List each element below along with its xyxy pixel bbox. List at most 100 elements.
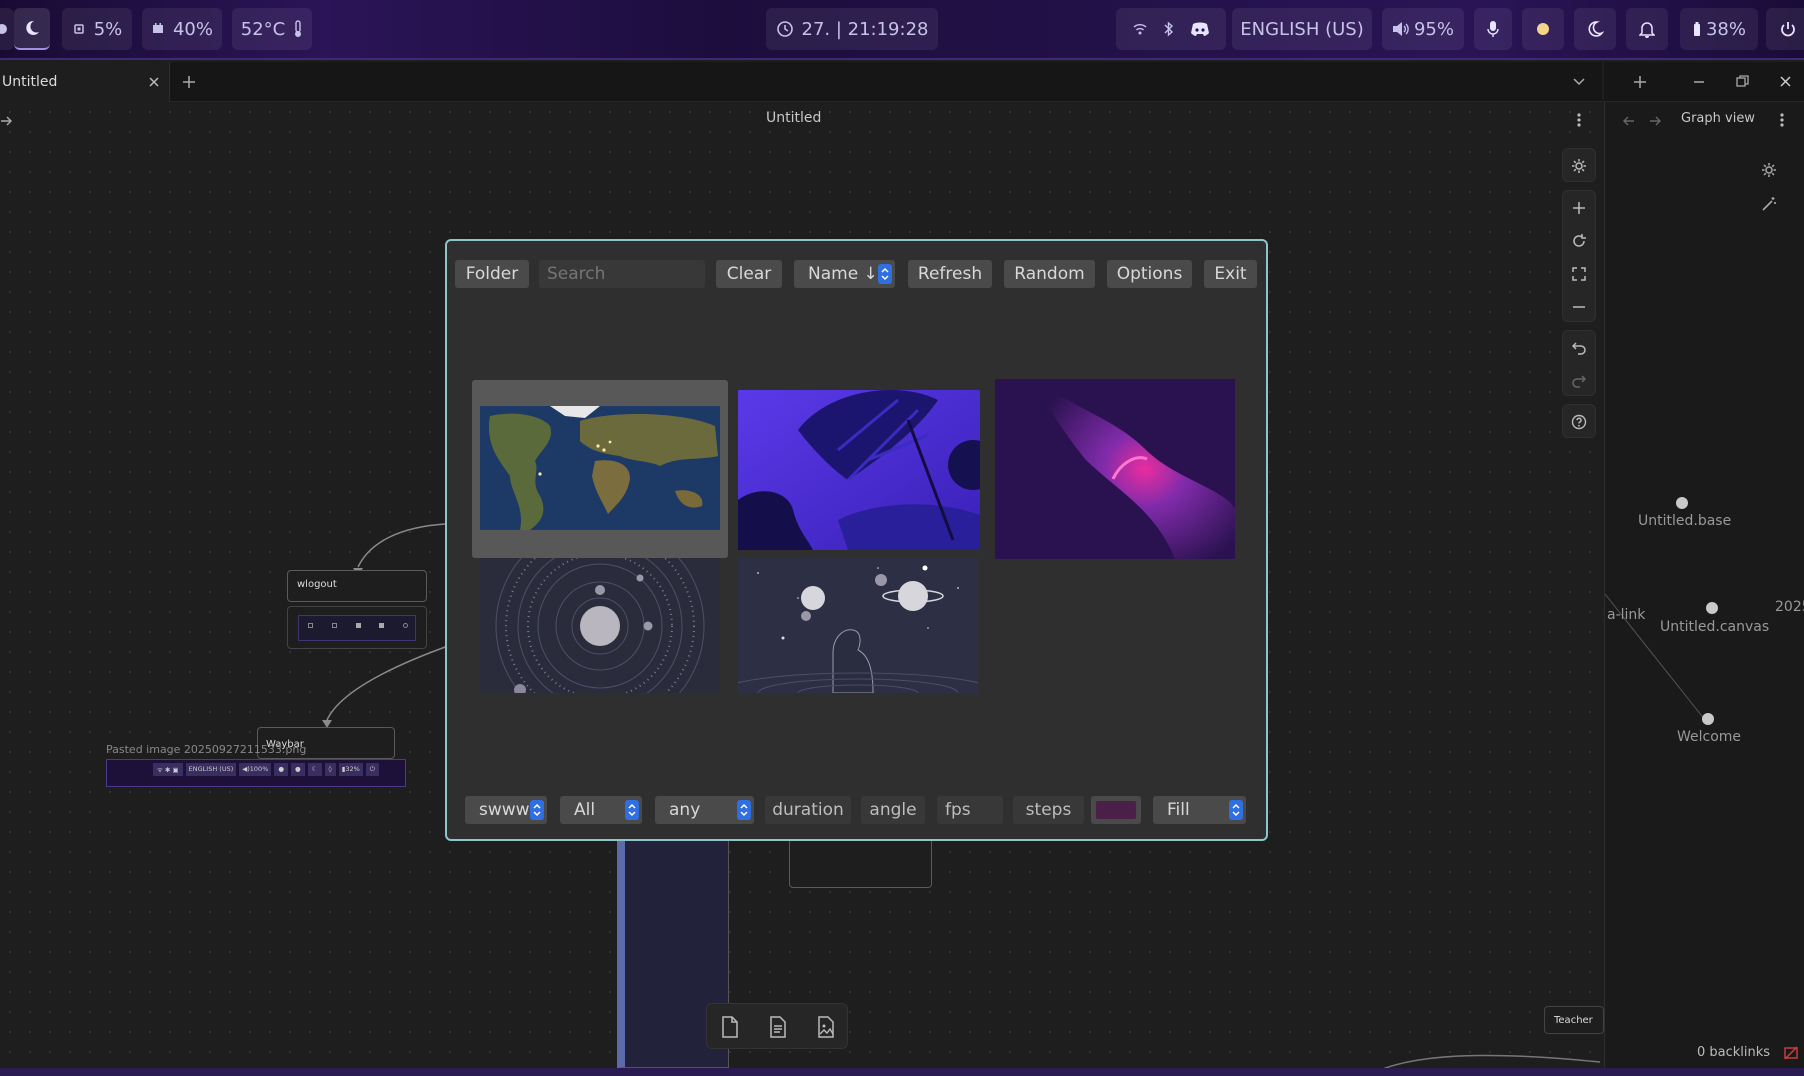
fps-input[interactable]: fps [937,796,1003,824]
waybar-image-preview[interactable]: ᯤ ✱ ▣ ENGLISH (US) ◀)100% ● ● ☾ ◊ ▮32% ⏻ [106,759,406,787]
angle-input[interactable]: angle [861,796,925,824]
night-mode-button[interactable] [1574,8,1616,50]
backlinks-count[interactable]: 0 backlinks [1697,1045,1770,1060]
redo-icon [1572,374,1586,388]
idle-inhibitor-button[interactable] [1522,8,1564,50]
random-button-label: Random [1014,264,1085,284]
options-button-label: Options [1116,264,1183,284]
fill-mode-select[interactable]: Fill [1153,796,1246,824]
wallpaper-thumbnail-pink-abstract[interactable] [995,379,1235,559]
random-button[interactable]: Random [1004,260,1095,288]
clock-value: 27. | 21:19:28 [801,18,929,40]
clock-icon [776,21,793,37]
graph-node[interactable] [1676,497,1688,509]
refresh-button[interactable]: Refresh [908,260,992,288]
sort-select[interactable]: Name ↓ [794,260,895,288]
right-tab-bar [1604,62,1804,102]
moon-workspace-button[interactable] [14,8,50,50]
moon-icon [26,20,39,35]
pasted-image-caption: Pasted image 20250927211533.png [106,743,307,756]
zoom-in-button[interactable] [1563,191,1595,224]
angle-placeholder: angle [869,800,917,820]
filter-select[interactable]: All [560,796,642,824]
clear-button[interactable]: Clear [716,260,782,288]
notifications-button[interactable] [1626,8,1668,50]
steps-input[interactable]: steps [1013,796,1084,824]
discord-icon[interactable] [1190,21,1210,37]
new-note-icon[interactable] [766,1015,790,1039]
graph-view-panel: Graph view Untitled.base Untitled.canvas… [1604,102,1804,1072]
backend-select-label: swww [479,800,530,820]
canvas-zoom-toolbar [1562,190,1596,322]
spinner-arrows-icon [737,800,751,820]
canvas-add-toolbar [706,1003,848,1049]
wallpaper-thumbnail-world-map[interactable] [480,406,720,530]
canvas-settings-button[interactable] [1563,149,1595,182]
wallpaper-thumbnail-purple-leaves[interactable] [738,390,980,550]
undo-button[interactable] [1563,331,1595,364]
restore-icon[interactable] [1736,75,1749,88]
canvas-node-wlogout[interactable]: wlogout [287,570,427,602]
duration-input[interactable]: duration [765,796,851,824]
top-status-bar: 5% 40% 52°C 27. | 21:19:28 ENGLISH (US) … [0,0,1804,60]
backend-select[interactable]: swww [465,796,547,824]
node-title: wlogout [297,579,337,590]
language-value: ENGLISH (US) [1240,18,1364,40]
new-card-icon[interactable] [718,1015,742,1039]
microphone-icon [1487,21,1499,37]
battery-icon [1693,22,1700,36]
spinner-arrows-icon [878,264,892,284]
sort-select-label: Name ↓ [808,264,878,284]
wallpaper-thumbnail-planets-person[interactable] [738,558,978,693]
zoom-out-button[interactable] [1563,290,1595,323]
temperature-widget[interactable]: 52°C [232,8,312,50]
close-tab-icon[interactable] [148,76,160,88]
graph-edge-label: a-link [1607,607,1646,623]
options-button[interactable]: Options [1107,260,1192,288]
exit-button[interactable]: Exit [1204,260,1257,288]
wlogout-preview[interactable] [287,606,427,649]
volume-widget[interactable]: 95% [1382,8,1464,50]
spinner-arrows-icon [1229,800,1243,820]
graph-node-label: Untitled.base [1638,513,1732,529]
search-input[interactable] [539,260,705,288]
canvas-node-teacher[interactable]: Teacher [1544,1006,1604,1034]
new-tab-icon[interactable] [1633,75,1647,89]
keyboard-layout-widget[interactable]: ENGLISH (US) [1232,8,1372,50]
cpu-value: 5% [93,18,123,40]
redo-button[interactable] [1563,364,1595,397]
color-swatch [1096,801,1136,819]
tab-bar: Untitled [0,62,1602,102]
unlinked-icon[interactable] [1784,1046,1798,1060]
cpu-widget[interactable]: 5% [62,8,132,50]
tab-list-chevron-icon[interactable] [1572,77,1586,87]
microphone-button[interactable] [1474,8,1512,50]
close-window-icon[interactable] [1779,75,1792,88]
spinner-arrows-icon [530,800,544,820]
new-media-icon[interactable] [814,1015,838,1039]
help-button[interactable] [1563,405,1595,438]
memory-widget[interactable]: 40% [142,8,222,50]
tray-widget[interactable] [1116,8,1226,50]
power-button[interactable] [1766,8,1804,50]
tab-untitled[interactable]: Untitled [0,62,170,102]
bluetooth-icon[interactable] [1164,21,1174,37]
wallpaper-thumbnail-solar-system[interactable] [480,558,720,693]
fill-color-button[interactable] [1091,796,1141,824]
steps-placeholder: steps [1025,800,1072,820]
folder-button[interactable]: Folder [455,260,529,288]
minimize-icon[interactable] [1693,75,1705,89]
sun-circle-icon [1537,23,1549,35]
reset-zoom-button[interactable] [1563,224,1595,257]
wifi-icon[interactable] [1132,22,1148,36]
graph-node[interactable] [1702,713,1714,725]
clock-widget[interactable]: 27. | 21:19:28 [766,8,938,50]
zoom-to-fit-button[interactable] [1563,257,1595,290]
new-tab-icon[interactable] [182,75,196,89]
moon-icon [1588,21,1604,37]
transition-select[interactable]: any [655,796,754,824]
minus-icon [1573,305,1585,308]
graph-node[interactable] [1706,602,1718,614]
battery-widget[interactable]: 38% [1680,8,1758,50]
workspace-indicator[interactable] [0,8,14,50]
